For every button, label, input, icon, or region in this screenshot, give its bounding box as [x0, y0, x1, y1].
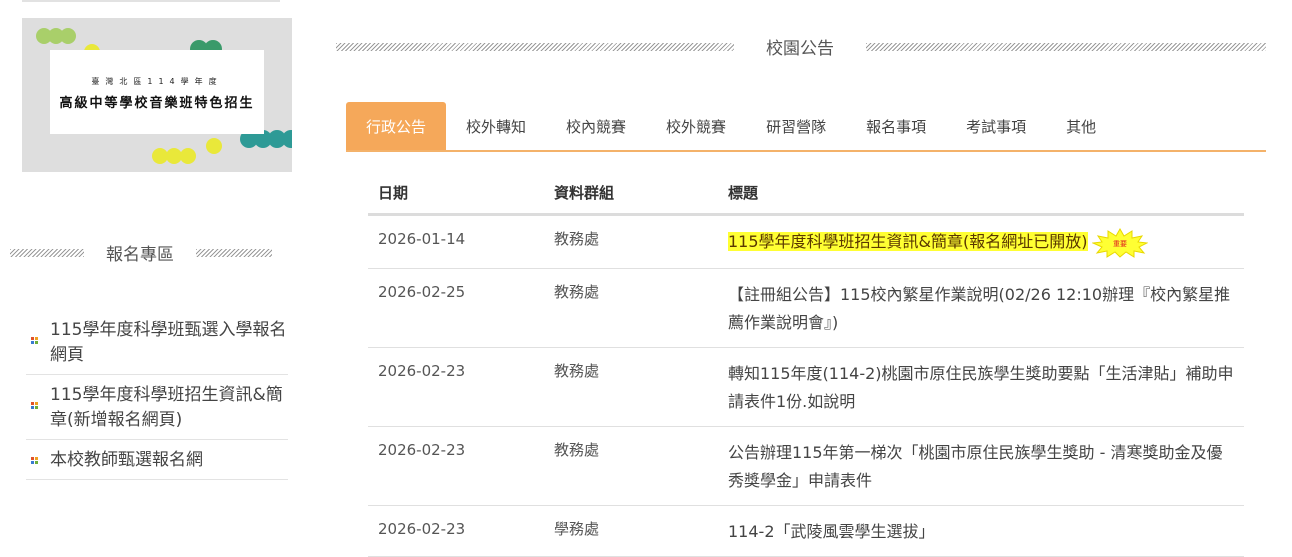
decor-dot [206, 138, 222, 154]
campus-announcements-heading: 校園公告 [336, 34, 1278, 59]
tab-workshops-camps[interactable]: 研習營隊 [746, 102, 846, 150]
row-title-link[interactable]: 115學年度科學班招生資訊&簡章(報名網址已開放) [728, 232, 1088, 251]
banner-card: 臺灣北區114學年度 高級中等學校音樂班特色招生 [50, 50, 264, 134]
row-date: 2026-02-23 [368, 426, 544, 506]
announcement-table: 日期 資料群組 標題 2026-01-14 教務處 115學年度科學班招生資訊&… [368, 172, 1244, 557]
row-group: 教務處 [544, 347, 718, 427]
row-group: 教務處 [544, 214, 718, 269]
table-row: 2026-02-25 教務處 【註冊組公告】115校內繁星作業說明(02/26 … [368, 268, 1244, 348]
registration-heading-text: 報名專區 [106, 245, 174, 265]
row-title-cell: 115學年度科學班招生資訊&簡章(報名網址已開放) 重要 [718, 214, 1244, 269]
heading-hatch-right [866, 42, 1266, 51]
registration-link[interactable]: 本校教師甄選報名網 [26, 440, 288, 480]
campus-announcements-title: 校園公告 [766, 39, 834, 59]
tab-other[interactable]: 其他 [1046, 102, 1116, 150]
bullet-icon [31, 457, 39, 465]
row-date: 2026-02-23 [368, 347, 544, 427]
decor-dot [180, 148, 196, 164]
row-date: 2026-02-25 [368, 268, 544, 348]
decor-dot [282, 130, 292, 148]
registration-link-label: 115學年度科學班招生資訊&簡章(新增報名網頁) [50, 385, 283, 430]
row-title-link[interactable]: 114-2「武陵風雲學生選拔」 [718, 505, 1244, 557]
column-header-group: 資料群組 [544, 172, 718, 216]
table-row: 2026-02-23 教務處 轉知115年度(114-2)桃園市原住民族學生獎助… [368, 347, 1244, 427]
important-badge-text: 重要 [1113, 240, 1127, 248]
row-date: 2026-02-23 [368, 505, 544, 557]
tab-exam-matters[interactable]: 考試事項 [946, 102, 1046, 150]
registration-list: 115學年度科學班甄選入學報名網頁 115學年度科學班招生資訊&簡章(新增報名網… [26, 310, 288, 480]
table-row: 2026-01-14 教務處 115學年度科學班招生資訊&簡章(報名網址已開放)… [368, 214, 1244, 269]
row-group: 教務處 [544, 426, 718, 506]
tab-external-notices[interactable]: 校外轉知 [446, 102, 546, 150]
row-title-link[interactable]: 轉知115年度(114-2)桃園市原住民族學生獎助要點「生活津貼」補助申請表件1… [718, 347, 1244, 427]
row-date: 2026-01-14 [368, 214, 544, 269]
banner-subtitle: 臺灣北區114學年度 [91, 77, 223, 86]
tab-admin-announcements[interactable]: 行政公告 [346, 102, 447, 150]
registration-link-label: 本校教師甄選報名網 [50, 450, 203, 470]
registration-heading: 報名專區 [10, 240, 303, 265]
banner-title: 高級中等學校音樂班特色招生 [59, 96, 255, 111]
table-row: 2026-02-23 學務處 114-2「武陵風雲學生選拔」 [368, 505, 1244, 557]
row-title-link[interactable]: 【註冊組公告】115校內繁星作業說明(02/26 12:10辦理『校內繁星推薦作… [718, 268, 1244, 348]
row-group: 教務處 [544, 268, 718, 348]
registration-link[interactable]: 115學年度科學班甄選入學報名網頁 [26, 310, 288, 375]
decor-dot [60, 28, 76, 44]
registration-link[interactable]: 115學年度科學班招生資訊&簡章(新增報名網頁) [26, 375, 288, 440]
column-header-date: 日期 [368, 172, 544, 216]
row-group: 學務處 [544, 505, 718, 557]
announcement-tabs: 行政公告 校外轉知 校內競賽 校外競賽 研習營隊 報名事項 考試事項 其他 [346, 100, 1266, 152]
music-class-banner[interactable]: 臺灣北區114學年度 高級中等學校音樂班特色招生 [22, 18, 292, 172]
heading-hatch-right [196, 248, 272, 257]
bullet-icon [31, 402, 39, 410]
tab-external-competitions[interactable]: 校外競賽 [646, 102, 746, 150]
bullet-icon [31, 337, 39, 345]
registration-link-label: 115學年度科學班甄選入學報名網頁 [50, 320, 287, 365]
heading-hatch-left [336, 42, 734, 51]
tab-registration-matters[interactable]: 報名事項 [846, 102, 946, 150]
column-header-title: 標題 [718, 172, 1244, 216]
heading-hatch-left [10, 248, 84, 257]
table-row: 2026-02-23 教務處 公告辦理115年第一梯次「桃園市原住民族學生獎助 … [368, 426, 1244, 506]
top-divider [22, 0, 280, 2]
table-header-row: 日期 資料群組 標題 [368, 172, 1244, 216]
tab-internal-competitions[interactable]: 校內競賽 [546, 102, 646, 150]
row-title-link[interactable]: 公告辦理115年第一梯次「桃園市原住民族學生獎助 - 清寒獎助金及優秀獎學金」申… [718, 426, 1244, 506]
important-badge-icon: 重要 [1091, 227, 1148, 258]
